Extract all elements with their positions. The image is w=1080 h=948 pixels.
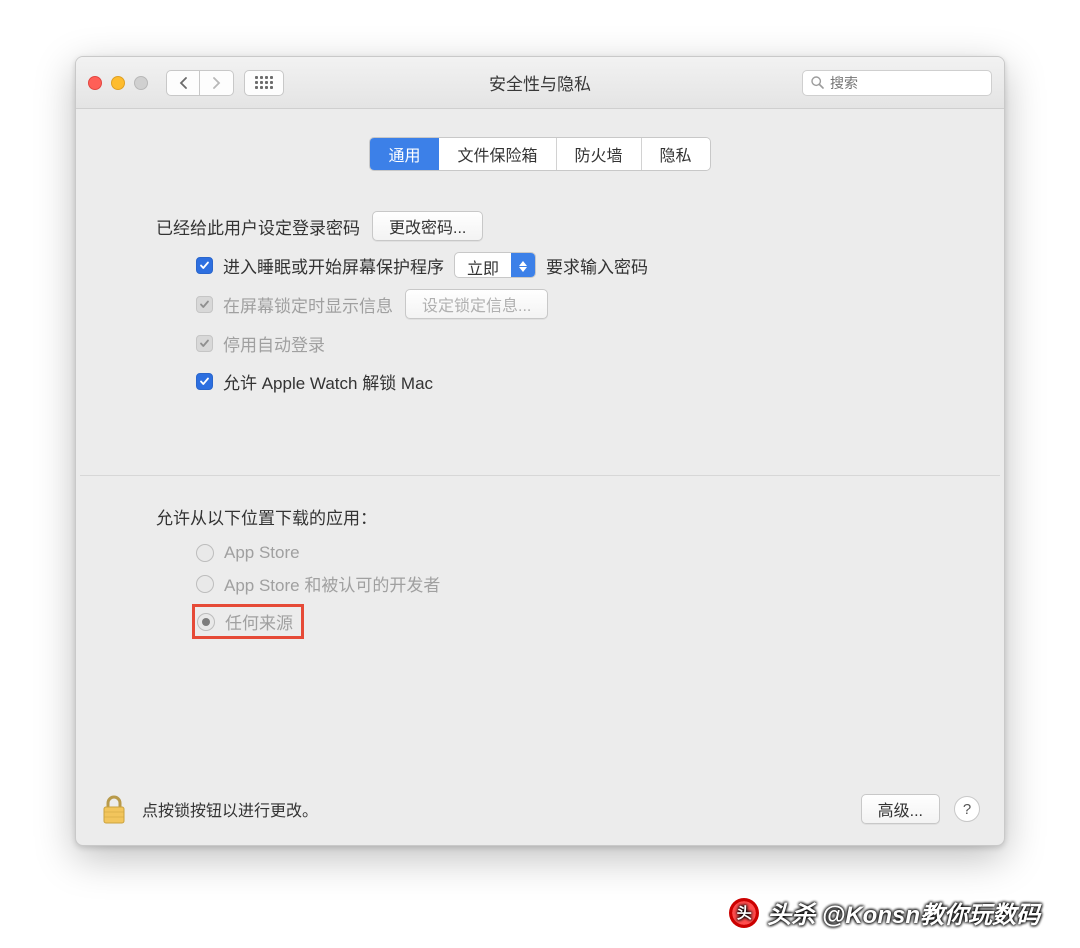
chevron-left-icon: [179, 77, 188, 89]
checkmark-icon: [199, 338, 210, 349]
gatekeeper-section: 允许从以下位置下载的应用： App Store App Store 和被认可的开…: [76, 476, 1004, 647]
checkmark-icon: [199, 260, 210, 271]
checkmark-icon: [199, 376, 210, 387]
tab-general[interactable]: 通用: [370, 138, 439, 170]
tab-privacy[interactable]: 隐私: [642, 138, 710, 170]
require-password-label-before: 进入睡眠或开始屏幕保护程序: [223, 253, 444, 278]
window-controls: [88, 76, 148, 90]
disable-autologin-label: 停用自动登录: [223, 331, 325, 356]
watermark-logo-icon: 头: [729, 898, 759, 928]
anywhere-highlight: 任何来源: [192, 604, 304, 639]
gatekeeper-heading: 允许从以下位置下载的应用：: [156, 504, 924, 529]
set-lock-message-button[interactable]: 设定锁定信息...: [405, 289, 548, 319]
zoom-window-button[interactable]: [134, 76, 148, 90]
search-field[interactable]: [802, 70, 992, 96]
require-password-label-after: 要求输入密码: [546, 253, 648, 278]
show-lock-message-label: 在屏幕锁定时显示信息: [223, 292, 393, 317]
titlebar: 安全性与隐私: [76, 57, 1004, 109]
allow-watch-checkbox[interactable]: [196, 373, 213, 390]
show-lock-message-checkbox[interactable]: [196, 296, 213, 313]
tab-filevault[interactable]: 文件保险箱: [439, 138, 556, 170]
footer: 点按锁按钮以进行更改。 高级... ?: [76, 777, 1004, 845]
search-input[interactable]: [830, 75, 1005, 91]
help-button[interactable]: ?: [954, 796, 980, 822]
stepper-arrows-icon: [511, 253, 535, 277]
password-delay-value: 立即: [455, 253, 511, 277]
password-delay-select[interactable]: 立即: [454, 252, 536, 278]
forward-button[interactable]: [200, 70, 234, 96]
allow-watch-label: 允许 Apple Watch 解锁 Mac: [223, 369, 433, 394]
close-window-button[interactable]: [88, 76, 102, 90]
radio-identified-developers[interactable]: [196, 575, 214, 593]
radio-appstore-label: App Store: [224, 543, 300, 563]
chevron-right-icon: [212, 77, 221, 89]
tab-firewall[interactable]: 防火墙: [557, 138, 642, 170]
preferences-window: 安全性与隐私 通用 文件保险箱 防火墙 隐私 已经给此用户设定登录密码 更改密码…: [75, 56, 1005, 846]
search-icon: [811, 76, 824, 89]
require-password-checkbox[interactable]: [196, 257, 213, 274]
grid-icon: [255, 76, 273, 89]
login-password-label: 已经给此用户设定登录密码: [156, 214, 360, 239]
watermark-text: 头杀 @Konsn教你玩数码: [767, 895, 1040, 930]
checkmark-icon: [199, 299, 210, 310]
nav-buttons: [166, 70, 234, 96]
content-area: 通用 文件保险箱 防火墙 隐私 已经给此用户设定登录密码 更改密码... 进入睡…: [76, 109, 1004, 845]
lock-icon[interactable]: [100, 793, 128, 825]
minimize-window-button[interactable]: [111, 76, 125, 90]
radio-anywhere[interactable]: [197, 613, 215, 631]
disable-autologin-checkbox[interactable]: [196, 335, 213, 352]
general-section: 已经给此用户设定登录密码 更改密码... 进入睡眠或开始屏幕保护程序 立即 要求…: [76, 171, 1004, 405]
show-all-button[interactable]: [244, 70, 284, 96]
change-password-button[interactable]: 更改密码...: [372, 211, 483, 241]
lock-text: 点按锁按钮以进行更改。: [142, 797, 318, 821]
back-button[interactable]: [166, 70, 200, 96]
advanced-button[interactable]: 高级...: [861, 794, 940, 824]
radio-anywhere-label: 任何来源: [225, 609, 293, 634]
tabs: 通用 文件保险箱 防火墙 隐私: [369, 137, 710, 171]
radio-identified-label: App Store 和被认可的开发者: [224, 571, 440, 596]
watermark: 头 头杀 @Konsn教你玩数码: [729, 895, 1040, 930]
radio-appstore[interactable]: [196, 544, 214, 562]
